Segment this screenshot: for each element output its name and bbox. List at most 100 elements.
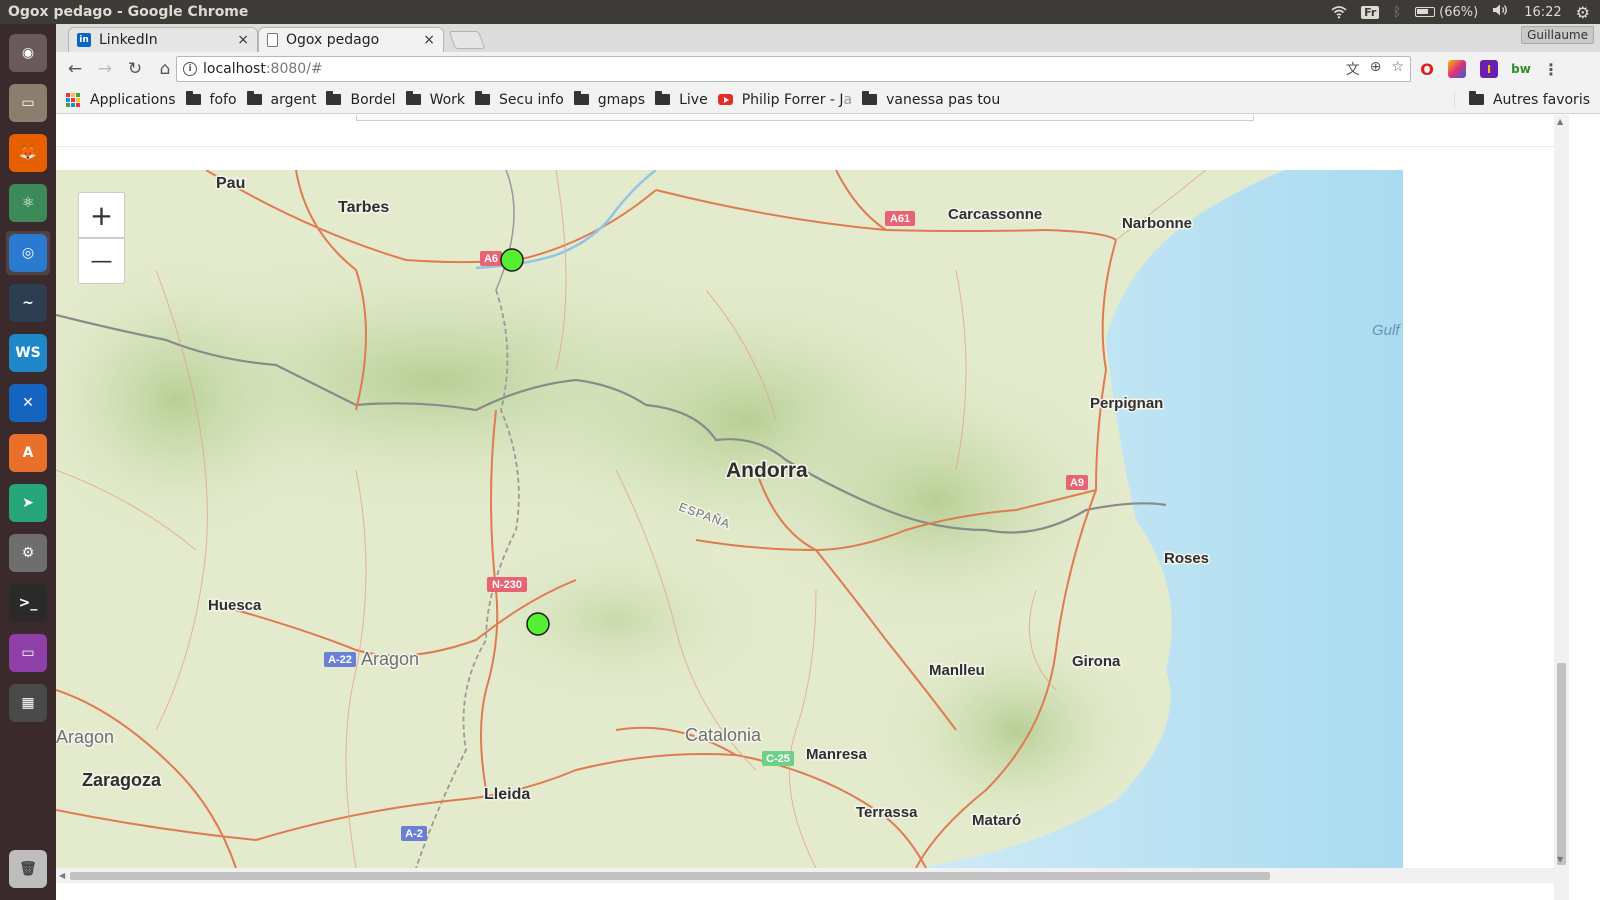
- label-andorra: Andorra: [726, 459, 808, 482]
- shield-a9: A9: [1070, 477, 1084, 489]
- map-marker[interactable]: [526, 612, 550, 636]
- launcher-vscode[interactable]: ✕: [6, 381, 50, 425]
- label-terrassa: Terrassa: [856, 804, 918, 821]
- map-canvas[interactable]: A61 A6 A9 N-230 A-22 A-2 C-25 Pau Tarbes…: [56, 170, 1403, 868]
- profile-button[interactable]: Guillaume: [1521, 26, 1594, 44]
- tab-ogox-pedago[interactable]: Ogox pedago ×: [258, 27, 444, 52]
- forward-button[interactable]: →: [92, 56, 118, 82]
- address-bar[interactable]: i localhost :8080/# 文 ⊕ ☆: [176, 56, 1411, 82]
- launcher-atom[interactable]: ⚛: [6, 181, 50, 225]
- label-carcassonne: Carcassonne: [948, 206, 1042, 223]
- bookmark-folder-work[interactable]: Work: [405, 91, 465, 108]
- folder-icon: [862, 91, 878, 105]
- reload-button[interactable]: ↻: [122, 56, 148, 82]
- launcher-settings[interactable]: ⚙: [6, 531, 50, 575]
- zoom-icon[interactable]: ⊕: [1370, 59, 1382, 79]
- scroll-down-arrow[interactable]: ▼: [1557, 855, 1563, 864]
- label-lleida: Lleida: [484, 786, 530, 803]
- launcher-terminal[interactable]: >_: [6, 581, 50, 625]
- terminal-icon: >_: [9, 584, 47, 622]
- system-tray: Fr ᛒ (66%) 16:22 ⚙: [1331, 3, 1600, 22]
- shield-c25: C-25: [766, 753, 790, 765]
- launcher-telegram[interactable]: ➤: [6, 481, 50, 525]
- battery-indicator[interactable]: (66%): [1415, 5, 1478, 20]
- bookmark-folder-bordel[interactable]: Bordel: [326, 91, 396, 108]
- bookmark-folder-live[interactable]: Live: [655, 91, 708, 108]
- bookmark-folder-vanessa[interactable]: vanessa pas tou: [862, 91, 1000, 108]
- zoom-out-button[interactable]: —: [78, 238, 125, 284]
- map-marker[interactable]: [500, 248, 524, 272]
- telegram-icon: ➤: [9, 484, 47, 522]
- tab-linkedin[interactable]: in LinkedIn ×: [68, 27, 258, 52]
- gear-icon[interactable]: ⚙: [1576, 3, 1590, 22]
- bookmark-folder-argent[interactable]: argent: [246, 91, 316, 108]
- launcher-software-center[interactable]: A: [6, 431, 50, 475]
- scrollbar-thumb[interactable]: [70, 872, 1270, 880]
- horizontal-scrollbar[interactable]: ◀: [56, 868, 1554, 883]
- folder-icon: [405, 91, 421, 105]
- keyboard-layout-indicator[interactable]: Fr: [1361, 5, 1380, 19]
- bookmark-philip-forrer[interactable]: Philip Forrer - Ja: [717, 91, 852, 108]
- opera-extension-icon[interactable]: O: [1418, 60, 1436, 79]
- bookmark-folder-secu-info[interactable]: Secu info: [475, 91, 564, 108]
- launcher-mysql-workbench[interactable]: ~: [6, 281, 50, 325]
- label-manlleu: Manlleu: [929, 662, 985, 679]
- vertical-scrollbar[interactable]: ▲ ▼: [1554, 115, 1600, 900]
- launcher-ubuntu-home[interactable]: ◉: [6, 31, 50, 75]
- bookmark-folder-fofo[interactable]: fofo: [185, 91, 237, 108]
- launcher-chrome[interactable]: ◎: [6, 231, 50, 275]
- atom-icon: ⚛: [9, 184, 47, 222]
- volume-icon[interactable]: [1492, 3, 1510, 21]
- folder-icon: [655, 91, 671, 105]
- trash-button[interactable]: 🗑: [6, 847, 50, 891]
- folder-icon: [1468, 91, 1484, 105]
- bookmark-star-icon[interactable]: ☆: [1391, 59, 1404, 79]
- shield-a22: A-22: [328, 654, 352, 666]
- trash-icon: 🗑: [9, 850, 47, 888]
- tab-strip: in LinkedIn × Ogox pedago × Guillaume: [56, 24, 1600, 52]
- scrollbar-thumb[interactable]: [1557, 663, 1566, 865]
- folder-icon: [185, 91, 201, 105]
- tab-close-button[interactable]: ×: [237, 32, 249, 48]
- divider: [56, 146, 1554, 147]
- launcher-firefox[interactable]: 🦊: [6, 131, 50, 175]
- folder-icon: [475, 91, 491, 105]
- bw-extension-icon[interactable]: bw: [1511, 60, 1531, 78]
- launcher-files[interactable]: ▭: [6, 81, 50, 125]
- shield-a2: A-2: [405, 828, 423, 840]
- info-icon[interactable]: i: [183, 62, 197, 76]
- shield-n230: N-230: [492, 579, 522, 591]
- clock[interactable]: 16:22: [1524, 5, 1561, 20]
- zoom-in-button[interactable]: +: [78, 192, 125, 238]
- bookmark-folder-gmaps[interactable]: gmaps: [573, 91, 645, 108]
- bookmark-applications[interactable]: Applications: [66, 92, 176, 108]
- back-button[interactable]: ←: [62, 56, 88, 82]
- battery-percent: (66%): [1439, 4, 1479, 20]
- label-perpignan: Perpignan: [1090, 395, 1163, 412]
- translate-icon[interactable]: 文: [1346, 59, 1360, 79]
- scroll-up-arrow[interactable]: ▲: [1557, 117, 1563, 126]
- wifi-icon[interactable]: [1331, 5, 1347, 19]
- label-mataro: Mataró: [972, 812, 1021, 829]
- menu-icon[interactable]: ⋮: [1542, 60, 1560, 79]
- bookmark-other-favorites[interactable]: Autres favoris: [1453, 91, 1590, 108]
- launcher-app-purple[interactable]: ▭: [6, 631, 50, 675]
- chrome-icon: ◎: [9, 234, 47, 272]
- launcher-workspaces[interactable]: ▦: [6, 681, 50, 725]
- label-girona: Girona: [1072, 653, 1121, 670]
- app-purple-icon: ▭: [9, 634, 47, 672]
- label-pau: Pau: [216, 175, 245, 192]
- new-tab-button[interactable]: [448, 31, 486, 49]
- launcher: ◉ ▭ 🦊 ⚛ ◎ ~ WS ✕ A ➤ ⚙ >_ ▭ ▦ 🗑: [0, 24, 56, 900]
- window-title: Ogox pedago - Google Chrome: [8, 4, 249, 20]
- colorful-extension-icon[interactable]: [1448, 60, 1466, 78]
- home-button[interactable]: ⌂: [152, 56, 178, 82]
- purple-extension-icon[interactable]: I: [1480, 60, 1498, 78]
- bluetooth-icon[interactable]: ᛒ: [1393, 5, 1401, 20]
- tab-close-button[interactable]: ×: [423, 32, 435, 48]
- bookmark-label: Philip Forrer - J: [741, 91, 844, 108]
- map[interactable]: A61 A6 A9 N-230 A-22 A-2 C-25 Pau Tarbes…: [56, 170, 1403, 868]
- launcher-webstorm[interactable]: WS: [6, 331, 50, 375]
- scroll-left-arrow[interactable]: ◀: [59, 871, 65, 880]
- bookmark-label: fofo: [209, 91, 237, 108]
